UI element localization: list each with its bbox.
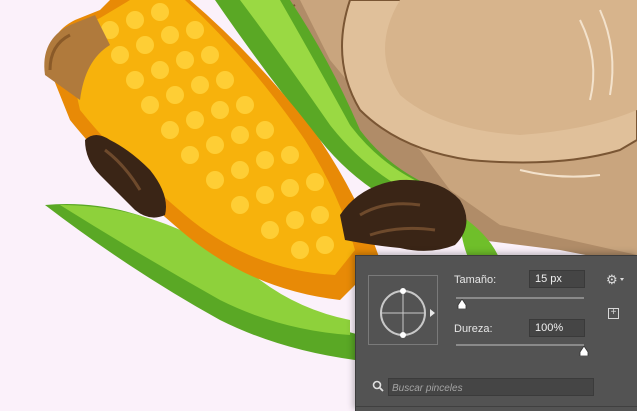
brush-angle-preview-icon	[380, 288, 426, 338]
brush-preset-panel: Tamaño: 15 px Dureza: 100% ⚙ +	[355, 255, 637, 411]
brush-angle-preview[interactable]	[368, 275, 438, 345]
new-preset-icon[interactable]: +	[608, 308, 619, 319]
hardness-label: Dureza:	[454, 323, 493, 335]
search-input[interactable]	[388, 378, 594, 396]
hardness-field[interactable]: 100%	[529, 319, 585, 337]
search-icon	[372, 380, 384, 392]
preview-arrow-icon	[430, 309, 435, 317]
size-label: Tamaño:	[454, 274, 497, 286]
hardness-slider-track[interactable]	[456, 344, 584, 346]
gear-icon[interactable]: ⚙	[606, 272, 618, 288]
panel-divider	[356, 406, 637, 407]
hardness-slider-handle[interactable]	[579, 346, 589, 356]
size-slider-handle[interactable]	[457, 299, 467, 309]
size-slider-track[interactable]	[456, 297, 584, 299]
chevron-down-icon[interactable]	[620, 278, 624, 281]
size-field[interactable]: 15 px	[529, 270, 585, 288]
